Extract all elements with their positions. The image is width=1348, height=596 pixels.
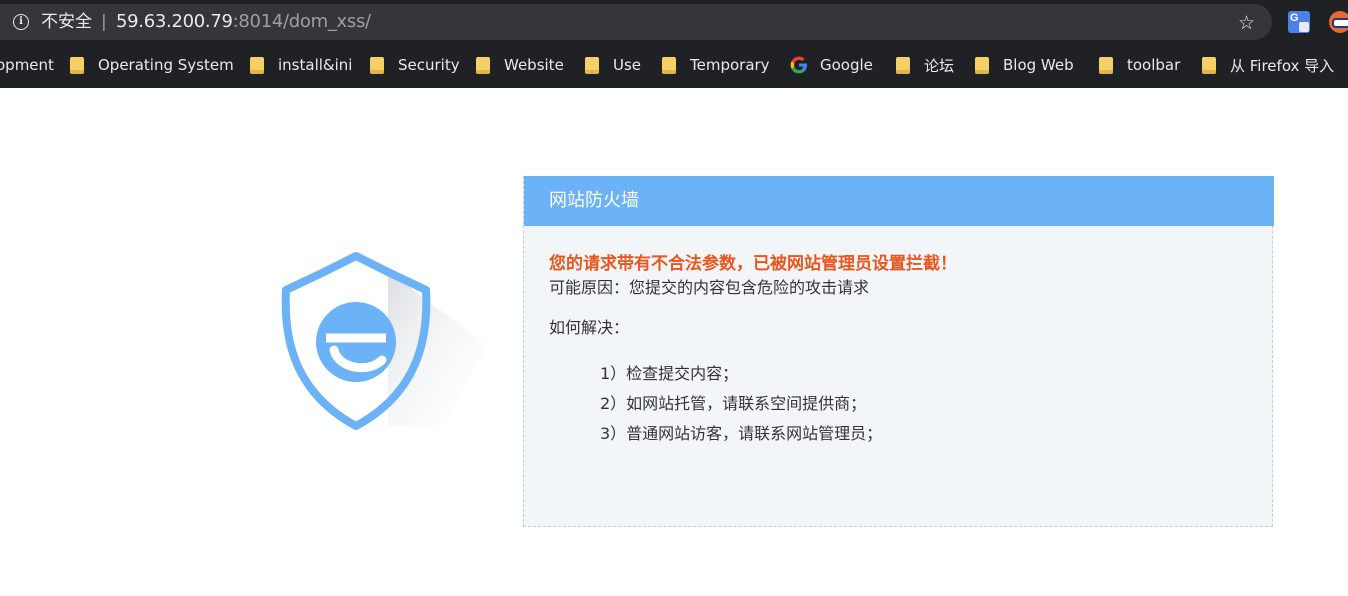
url-host: 59.63.200.79 — [116, 11, 233, 32]
panel-header: 网站防火墙 — [524, 176, 1274, 226]
firewall-panel: 网站防火墙 您的请求带有不合法参数，已被网站管理员设置拦截！ 可能原因：您提交的… — [523, 176, 1274, 527]
bookmark-item[interactable]: install&ini — [250, 52, 352, 78]
bookmark-item[interactable]: Temporary — [662, 52, 770, 78]
solution-item: 3）普通网站访客，请联系网站管理员； — [600, 424, 883, 443]
bookmark-item[interactable]: toolbar — [1099, 52, 1180, 78]
solution-item: 1）检查提交内容； — [600, 364, 739, 383]
bookmark-item[interactable]: 论坛 — [896, 52, 954, 78]
browser-toolbar: i 不安全 | 59.63.200.79:8014/dom_xss/ ☆ opm… — [0, 0, 1348, 88]
folder-icon — [1202, 56, 1216, 74]
url-path: :8014/dom_xss/ — [232, 11, 371, 32]
address-separator: | — [101, 12, 107, 32]
folder-icon — [250, 56, 264, 74]
folder-icon — [1099, 56, 1113, 74]
bookmark-item[interactable]: Security — [370, 52, 460, 78]
bookmark-item[interactable]: Blog Web — [975, 52, 1074, 78]
panel-title: 网站防火墙 — [549, 190, 639, 211]
solution-item: 2）如网站托管，请联系空间提供商； — [600, 394, 867, 413]
security-status[interactable]: 不安全 — [41, 12, 92, 32]
solution-heading: 如何解决： — [549, 318, 630, 337]
block-reason: 可能原因：您提交的内容包含危险的攻击请求 — [549, 278, 870, 297]
google-icon — [790, 56, 807, 74]
folder-icon — [896, 56, 910, 74]
bookmark-item[interactable]: Operating System — [70, 52, 234, 78]
shield-e-icon — [281, 252, 488, 430]
folder-icon — [476, 56, 490, 74]
extension-avatar-icon[interactable] — [1329, 11, 1348, 33]
folder-icon — [975, 56, 989, 74]
address-bar[interactable]: i 不安全 | 59.63.200.79:8014/dom_xss/ ☆ — [0, 4, 1272, 40]
bookmark-star-icon[interactable]: ☆ — [1238, 13, 1255, 33]
folder-icon — [662, 56, 676, 74]
bookmarks-bar: opment Operating System install&ini Secu… — [0, 52, 1348, 78]
blocked-warning: 您的请求带有不合法参数，已被网站管理员设置拦截！ — [549, 254, 957, 274]
folder-icon — [70, 56, 84, 74]
url-text[interactable]: 59.63.200.79:8014/dom_xss/ — [116, 12, 371, 32]
solution-list: 1）检查提交内容； 2）如网站托管，请联系空间提供商； 3）普通网站访客，请联系… — [600, 359, 882, 449]
translate-extension-icon[interactable] — [1288, 11, 1310, 33]
bookmark-item[interactable]: Website — [476, 52, 564, 78]
bookmark-item[interactable]: Google — [789, 52, 873, 78]
bookmark-item[interactable]: 从 Firefox 导入 — [1202, 52, 1334, 78]
bookmark-item[interactable]: Use — [585, 52, 641, 78]
bookmark-item[interactable]: opment — [0, 52, 54, 78]
folder-icon — [585, 56, 599, 74]
folder-icon — [370, 56, 384, 74]
info-icon[interactable]: i — [13, 14, 29, 30]
